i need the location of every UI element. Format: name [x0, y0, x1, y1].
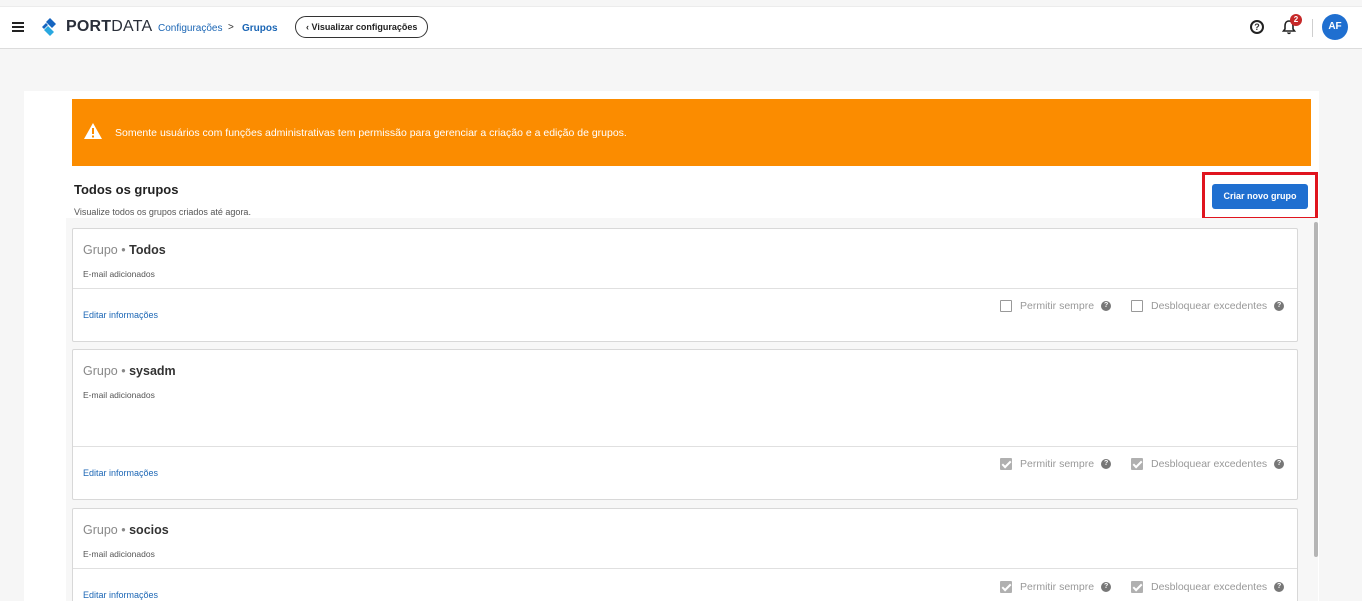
group-card-footer: Editar informações Permitir sempre ? Des… — [73, 447, 1297, 499]
admin-warning-banner: Somente usuários com funções administrat… — [72, 99, 1311, 166]
breadcrumb-grupos: Grupos — [242, 23, 278, 34]
allow-always-option[interactable]: Permitir sempre ? — [1000, 300, 1112, 312]
group-title: Grupo • sysadm — [83, 364, 176, 378]
allow-always-option[interactable]: Permitir sempre ? — [1000, 458, 1112, 470]
help-circle-icon[interactable]: ? — [1274, 459, 1285, 469]
group-title: Grupo • socios — [83, 523, 169, 537]
group-title: Grupo • Todos — [83, 243, 166, 257]
help-circle-icon[interactable]: ? — [1274, 582, 1285, 592]
warning-text: Somente usuários com funções administrat… — [115, 127, 627, 139]
portdata-logo-icon — [42, 18, 56, 36]
group-card-footer: Editar informações Permitir sempre ? Des… — [73, 569, 1297, 601]
help-icon[interactable]: ? — [1250, 20, 1264, 34]
top-bar: PORTDATA Configurações > Grupos ‹ Visual… — [0, 6, 1362, 49]
allow-always-label: Permitir sempre — [1020, 581, 1095, 593]
list-scrollbar[interactable] — [1314, 222, 1318, 557]
unlock-excess-option[interactable]: Desbloquear excedentes ? — [1131, 300, 1285, 312]
breadcrumb-separator: > — [228, 22, 234, 33]
logo-text: PORTDATA — [66, 18, 153, 35]
allow-always-checkbox[interactable] — [1000, 300, 1012, 312]
group-card-header: Grupo • socios E-mail adicionados — [73, 509, 1297, 569]
allow-always-label: Permitir sempre — [1020, 300, 1095, 312]
group-card-socios: Grupo • socios E-mail adicionados Editar… — [72, 508, 1298, 601]
unlock-excess-option[interactable]: Desbloquear excedentes ? — [1131, 458, 1285, 470]
warning-icon — [84, 123, 102, 139]
menu-icon[interactable] — [12, 22, 24, 32]
allow-always-option[interactable]: Permitir sempre ? — [1000, 581, 1112, 593]
create-group-button[interactable]: Criar novo grupo — [1212, 184, 1308, 209]
help-circle-icon[interactable]: ? — [1274, 301, 1285, 311]
allow-always-label: Permitir sempre — [1020, 458, 1095, 470]
edit-info-link[interactable]: Editar informações — [83, 590, 158, 600]
allow-always-checkbox[interactable] — [1000, 458, 1012, 470]
unlock-excess-label: Desbloquear excedentes — [1151, 300, 1268, 312]
breadcrumb-configuracoes[interactable]: Configurações — [158, 23, 222, 34]
group-name: Todos — [129, 243, 166, 257]
group-name: sysadm — [129, 364, 176, 378]
group-card-header: Grupo • Todos E-mail adicionados — [73, 229, 1297, 289]
notification-badge: 2 — [1290, 14, 1302, 26]
help-circle-icon[interactable]: ? — [1101, 582, 1112, 592]
group-emails-label: E-mail adicionados — [83, 549, 155, 559]
portdata-logo[interactable]: PORTDATA — [40, 17, 152, 37]
unlock-excess-checkbox[interactable] — [1131, 300, 1143, 312]
edit-info-link[interactable]: Editar informações — [83, 468, 158, 478]
group-card-header: Grupo • sysadm E-mail adicionados — [73, 350, 1297, 447]
unlock-excess-checkbox[interactable] — [1131, 581, 1143, 593]
unlock-excess-label: Desbloquear excedentes — [1151, 458, 1268, 470]
header-divider — [1312, 19, 1313, 37]
group-emails-label: E-mail adicionados — [83, 269, 155, 279]
group-card-todos: Grupo • Todos E-mail adicionados Editar … — [72, 228, 1298, 342]
group-name: socios — [129, 523, 169, 537]
group-card-footer: Editar informações Permitir sempre ? Des… — [73, 289, 1297, 341]
unlock-excess-label: Desbloquear excedentes — [1151, 581, 1268, 593]
group-list: Grupo • Todos E-mail adicionados Editar … — [66, 218, 1318, 601]
unlock-excess-option[interactable]: Desbloquear excedentes ? — [1131, 581, 1285, 593]
group-emails-label: E-mail adicionados — [83, 390, 155, 400]
view-settings-button[interactable]: ‹ Visualizar configurações — [295, 16, 429, 38]
section-subtitle: Visualize todos os grupos criados até ag… — [74, 207, 251, 217]
user-avatar[interactable]: AF — [1322, 14, 1348, 40]
group-card-sysadm: Grupo • sysadm E-mail adicionados Editar… — [72, 349, 1298, 500]
edit-info-link[interactable]: Editar informações — [83, 310, 158, 320]
allow-always-checkbox[interactable] — [1000, 581, 1012, 593]
help-circle-icon[interactable]: ? — [1101, 459, 1112, 469]
help-circle-icon[interactable]: ? — [1101, 301, 1112, 311]
unlock-excess-checkbox[interactable] — [1131, 458, 1143, 470]
section-title: Todos os grupos — [74, 182, 179, 197]
